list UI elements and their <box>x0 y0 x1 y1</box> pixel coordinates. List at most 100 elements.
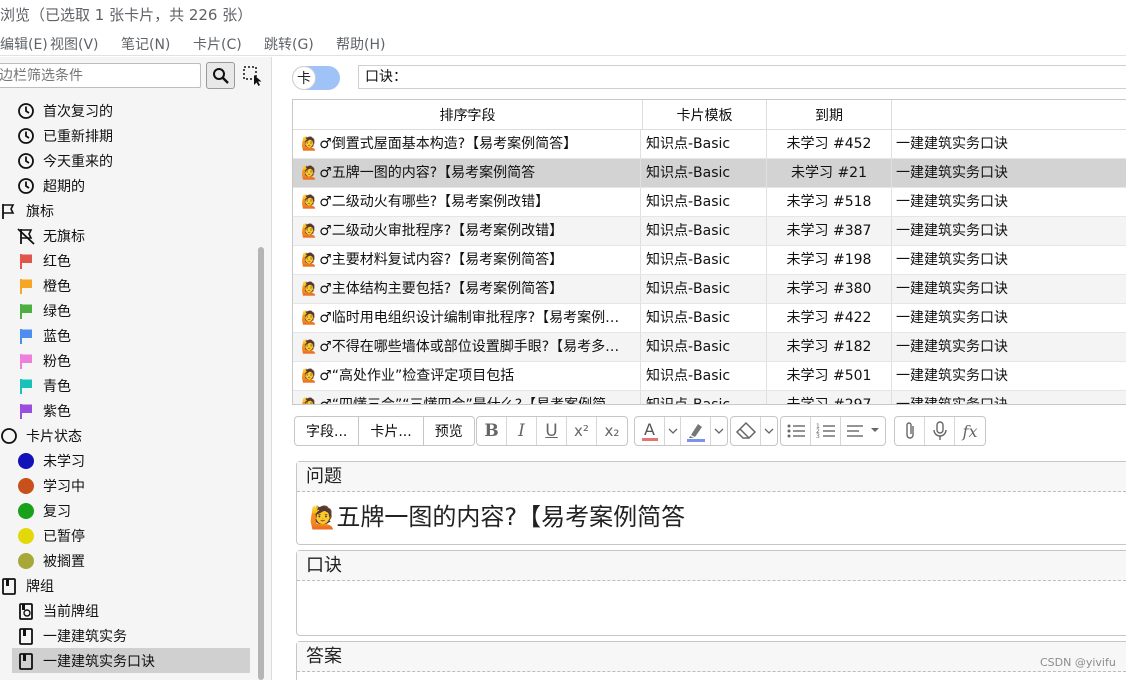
sidebar-item[interactable]: 超期的 <box>0 173 262 198</box>
cell-due: 未学习 #380 <box>767 275 892 303</box>
eraser-button[interactable] <box>731 417 761 445</box>
cell-sort-field: 🙋 ♂“高处作业”检查评定项目包括 <box>299 362 641 390</box>
column-template[interactable]: 卡片模板 <box>643 100 767 130</box>
text-color-dropdown[interactable] <box>665 417 681 445</box>
sidebar-item-label: 被搁置 <box>43 553 85 570</box>
sidebar-item[interactable]: 绿色 <box>0 298 262 323</box>
sidebar-item[interactable]: 粉色 <box>0 348 262 373</box>
sidebar-item[interactable]: 红色 <box>0 248 262 273</box>
sidebar-item[interactable]: 无旗标 <box>0 223 262 248</box>
align-button[interactable] <box>841 417 885 445</box>
sidebar-item[interactable]: 紫色 <box>0 398 262 423</box>
menu-note[interactable]: 笔记(N) <box>121 34 170 54</box>
highlight-dropdown[interactable] <box>711 417 727 445</box>
table-row[interactable]: 🙋 ♂“高处作业”检查评定项目包括 知识点-Basic 未学习 #501 一建建筑实务口… <box>293 362 1126 391</box>
italic-icon: I <box>518 421 525 441</box>
table-row[interactable]: 🙋 ♂五牌一图的内容?【易考案例简答 知识点-Basic 未学习 #21 一建建筑实务口… <box>293 159 1126 188</box>
italic-button[interactable]: I <box>507 417 537 445</box>
sidebar-item-label: 蓝色 <box>43 328 71 345</box>
field-question: 问题 🙋五牌一图的内容?【易考案例简答 <box>296 461 1126 545</box>
cards-button[interactable]: 卡片... <box>359 417 424 445</box>
table-row[interactable]: 🙋♂“四懂三会”“三懂四会”是什么?【易考案例简…知识点-Basic未学习 #2… <box>293 391 1126 404</box>
sidebar-item[interactable]: 被搁置 <box>0 548 262 573</box>
text-color-button[interactable]: A <box>635 417 665 445</box>
cell-deck: 一建建筑实务口诀 <box>896 281 1008 297</box>
sidebar-search-input[interactable] <box>0 63 201 88</box>
mnemonic-bar[interactable]: 口诀： <box>358 65 1126 89</box>
person-raising-hand-icon: 🙋 <box>301 311 318 326</box>
menu-help[interactable]: 帮助(H) <box>336 34 385 54</box>
sidebar-item-label: 学习中 <box>43 478 85 495</box>
eraser-dropdown[interactable] <box>761 417 777 445</box>
highlight-button[interactable] <box>681 417 711 445</box>
table-row[interactable]: 🙋 ♂临时用电组织设计编制审批程序?【易考案例… 知识点-Basic 未学习 #422… <box>293 304 1126 333</box>
sidebar-scrollbar[interactable] <box>258 247 264 680</box>
table-row[interactable]: 🙋 ♂主要材料复试内容?【易考案例简答】 知识点-Basic 未学习 #198 一建建筑… <box>293 246 1126 275</box>
cell-sort-field: 🙋 ♂临时用电组织设计编制审批程序?【易考案例… <box>299 304 641 332</box>
column-sort-field[interactable]: ﹀ 排序字段 <box>293 100 643 130</box>
sidebar-item[interactable]: 未学习 <box>0 448 262 473</box>
cell-sort-field: 🙋 ♂五牌一图的内容?【易考案例简答 <box>299 159 641 187</box>
sidebar-item[interactable]: 首次复习的 <box>0 98 262 123</box>
person-raising-hand-icon: 🙋 <box>309 506 337 531</box>
table-row[interactable]: 🙋 ♂二级动火审批程序?【易考案例改错】 知识点-Basic 未学习 #387 一建建筑… <box>293 217 1126 246</box>
field-mnemonic-label: 口诀 <box>297 551 1126 581</box>
menu-edit[interactable]: 编辑(E) <box>0 34 48 54</box>
svg-text:A: A <box>644 420 655 439</box>
numbered-list-button[interactable]: 123 <box>811 417 841 445</box>
column-due[interactable]: 到期 <box>767 100 892 130</box>
cell-sort-field: 🙋♂“四懂三会”“三懂四会”是什么?【易考案例简… <box>299 391 641 404</box>
sidebar-item[interactable]: 复习 <box>0 498 262 523</box>
formula-button[interactable]: fx <box>955 417 985 445</box>
attach-button[interactable] <box>895 417 925 445</box>
clock-icon <box>17 177 35 195</box>
sidebar-item-label: 超期的 <box>43 178 85 195</box>
menu-view[interactable]: 视图(V) <box>50 34 99 54</box>
preview-button[interactable]: 预览 <box>424 417 474 445</box>
sidebar-item-label: 粉色 <box>43 353 71 370</box>
sidebar-item[interactable]: 一建建筑实务口诀 <box>12 648 250 673</box>
superscript-button[interactable]: x² <box>567 417 597 445</box>
menu-card[interactable]: 卡片(C) <box>193 34 242 54</box>
sidebar-item[interactable]: 一建建筑实务 <box>0 623 262 648</box>
dot-icon <box>17 477 35 495</box>
fields-button[interactable]: 字段... <box>295 417 360 445</box>
sidebar-item[interactable]: 青色 <box>0 373 262 398</box>
column-deck[interactable] <box>892 100 1126 130</box>
underline-button[interactable]: U <box>537 417 567 445</box>
sidebar-item[interactable]: 学习中 <box>0 473 262 498</box>
chevron-down-icon <box>668 428 677 434</box>
field-question-editor[interactable]: 🙋五牌一图的内容?【易考案例简答 <box>297 492 1126 544</box>
sidebar-item[interactable]: 已暂停 <box>0 523 262 548</box>
search-button[interactable] <box>206 62 235 89</box>
sidebar-item[interactable]: 蓝色 <box>0 323 262 348</box>
select-area-button[interactable] <box>241 62 265 89</box>
table-row[interactable]: 🙋 ♂主体结构主要包括?【易考案例简答】 知识点-Basic 未学习 #380 一建建筑… <box>293 275 1126 304</box>
table-row[interactable]: 🙋 ♂倒置式屋面基本构造?【易考案例简答】 知识点-Basic 未学习 #452 一建建… <box>293 130 1126 159</box>
bold-button[interactable]: B <box>477 417 507 445</box>
flag-red-icon <box>17 252 35 270</box>
highlight-icon <box>686 424 705 442</box>
menu-go[interactable]: 跳转(G) <box>264 34 314 54</box>
sidebar-item-label: 旗标 <box>26 203 54 220</box>
table-row[interactable]: 🙋 ♂二级动火有哪些?【易考案例改错】 知识点-Basic 未学习 #518 一建建筑实… <box>293 188 1126 217</box>
sidebar-item[interactable]: 卡片状态 <box>0 423 262 448</box>
card-note-toggle[interactable]: 卡 <box>292 66 340 90</box>
sidebar-item[interactable]: 当前牌组 <box>0 598 262 623</box>
cell-due: 未学习 #501 <box>767 362 892 390</box>
sidebar-item[interactable]: 牌组 <box>0 573 262 598</box>
card-mode-segment: 字段... 卡片... 预览 <box>294 416 475 446</box>
sidebar-item[interactable]: 已重新排期 <box>0 123 262 148</box>
sidebar-item[interactable]: 旗标 <box>0 198 262 223</box>
record-button[interactable] <box>925 417 955 445</box>
flag-green-icon <box>17 302 35 320</box>
bullet-list-button[interactable] <box>781 417 811 445</box>
flag-pink-icon <box>17 352 35 370</box>
subscript-button[interactable]: x₂ <box>597 417 627 445</box>
table-row[interactable]: 🙋 ♂不得在哪些墙体或部位设置脚手眼?【易考多… 知识点-Basic 未学习 #182… <box>293 333 1126 362</box>
cell-due: 未学习 #452 <box>767 130 892 158</box>
svg-text:3: 3 <box>816 433 820 440</box>
sidebar-item[interactable]: 今天重来的 <box>0 148 262 173</box>
sidebar-item[interactable]: 橙色 <box>0 273 262 298</box>
sidebar-item-label: 已暂停 <box>43 528 85 545</box>
